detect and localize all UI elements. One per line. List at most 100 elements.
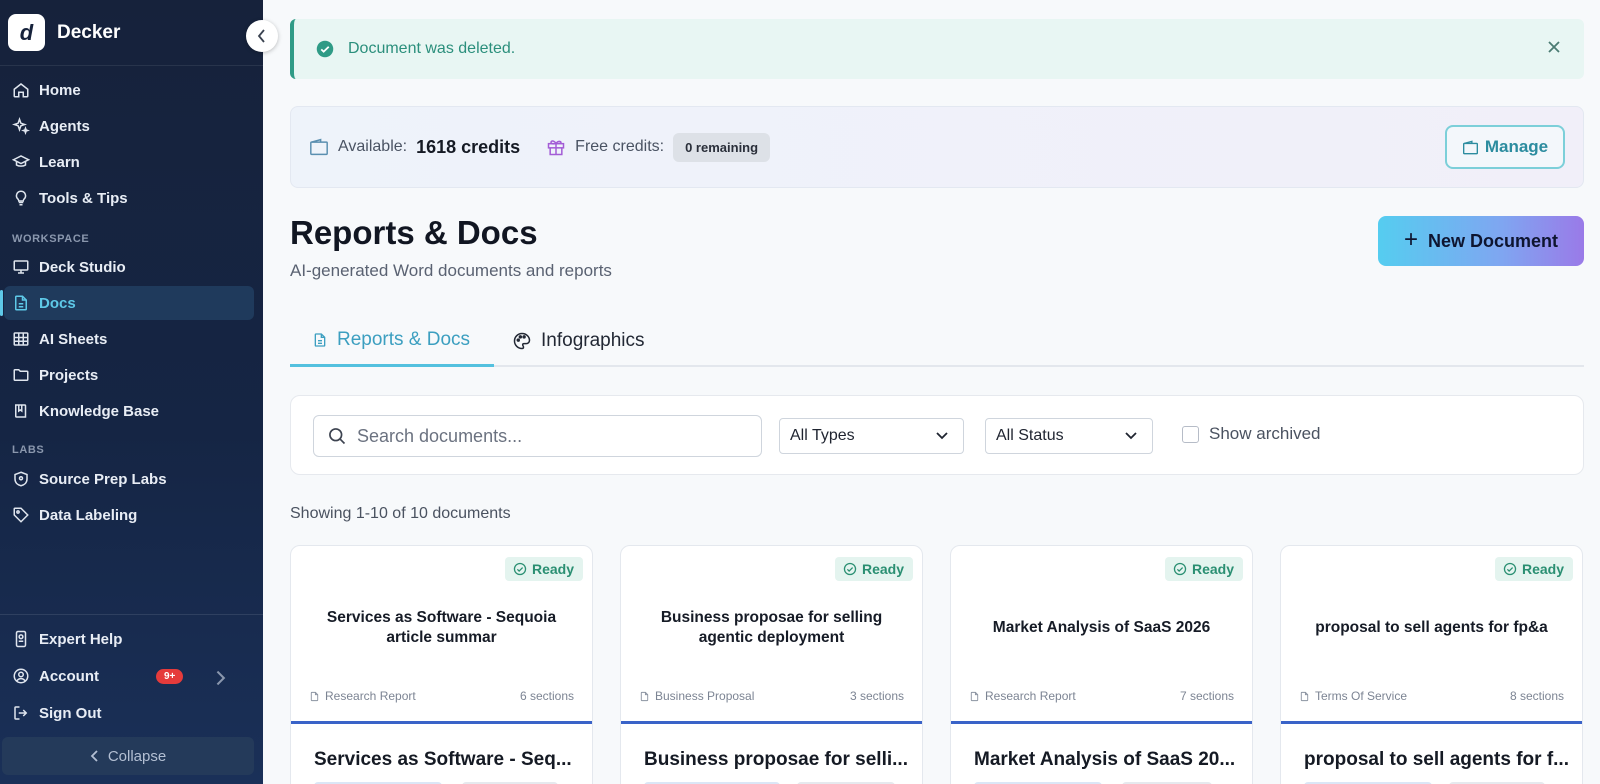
success-toast: Document was deleted. <box>290 19 1584 79</box>
document-icon <box>314 332 326 347</box>
sidebar-divider <box>0 614 263 615</box>
nav-label: Home <box>39 81 81 99</box>
nav-label: Source Prep Labs <box>39 470 167 488</box>
filter-bar: All Types All Status Show archived <box>290 395 1584 475</box>
app-logo: d <box>8 14 45 51</box>
chevron-left-icon <box>257 29 265 43</box>
document-icon <box>970 691 979 701</box>
nav-item-knowledge-base[interactable]: Knowledge Base <box>4 394 254 428</box>
graduation-cap-icon <box>12 155 30 167</box>
app-name: Decker <box>57 21 121 43</box>
card-type: Research Report <box>969 689 1076 703</box>
results-count: Showing 1-10 of 10 documents <box>290 505 511 522</box>
nav-item-source-prep-labs[interactable]: Source Prep Labs <box>4 462 254 496</box>
document-card[interactable]: Ready proposal to sell agents for fp&a T… <box>1280 545 1583 784</box>
nav-label: Deck Studio <box>39 258 126 276</box>
nav-label: Agents <box>39 117 90 135</box>
tab-reports-docs[interactable]: Reports & Docs <box>290 315 494 367</box>
book-icon <box>15 404 27 418</box>
phone-icon <box>15 630 27 648</box>
card-type: Business Proposal <box>639 689 754 703</box>
search-icon <box>329 428 346 445</box>
card-title: Market Analysis of SaaS 2026 <box>992 619 1211 636</box>
manage-button[interactable]: Manage <box>1445 125 1565 169</box>
check-circle-icon <box>316 40 334 58</box>
status-badge: Ready <box>834 557 913 581</box>
nav-item-projects[interactable]: Projects <box>4 358 254 392</box>
sidebar-toggle-button[interactable] <box>246 20 278 52</box>
tab-infographics[interactable]: Infographics <box>512 315 645 367</box>
document-icon <box>310 691 319 701</box>
chevron-left-icon <box>90 750 98 762</box>
nav-item-deck-studio[interactable]: Deck Studio <box>4 250 254 284</box>
nav-item-docs[interactable]: Docs <box>0 286 254 320</box>
nav-item-ai-sheets[interactable]: AI Sheets <box>4 322 254 356</box>
show-archived-checkbox[interactable] <box>1182 425 1199 443</box>
status-text: Ready <box>861 561 904 577</box>
document-card[interactable]: Ready Business proposae for selling agen… <box>620 545 923 784</box>
card-divider <box>291 721 592 724</box>
card-type-label: Terms Of Service <box>1315 689 1408 703</box>
notification-badge: 9+ <box>156 668 184 684</box>
chevron-down-icon <box>936 432 948 440</box>
nav-label: Learn <box>39 153 80 171</box>
sidebar: d Decker Home Agents Learn Tools & Tips … <box>0 0 263 784</box>
manage-label: Manage <box>1484 137 1549 156</box>
card-sections: 6 sections <box>519 689 574 703</box>
available-label: Available: <box>338 138 408 155</box>
nav-item-expert-help[interactable]: Expert Help <box>4 622 254 656</box>
close-icon[interactable] <box>1546 39 1562 55</box>
nav-item-sign-out[interactable]: Sign Out <box>4 696 254 730</box>
search-box[interactable] <box>313 415 762 457</box>
main-content: Document was deleted. Available: 1618 cr… <box>263 0 1600 784</box>
wallet-icon <box>310 138 328 156</box>
nav-label: Knowledge Base <box>39 402 160 420</box>
logo-letter: d <box>19 19 34 45</box>
nav-item-data-labeling[interactable]: Data Labeling <box>4 498 254 532</box>
toast-message: Document was deleted. <box>348 40 516 57</box>
plus-icon: + <box>1403 226 1418 253</box>
nav-label: Account <box>39 667 99 685</box>
card-preview-title: Services as Software - Seq... <box>314 749 572 770</box>
lightbulb-icon <box>15 190 27 206</box>
free-credits-chip: 0 remaining <box>673 132 771 162</box>
document-card[interactable]: Ready Market Analysis of SaaS 2026 Resea… <box>950 545 1253 784</box>
status-select[interactable]: All Status <box>985 418 1153 454</box>
nav-item-learn[interactable]: Learn <box>4 145 254 179</box>
nav-label: Expert Help <box>39 630 123 648</box>
document-icon <box>1300 691 1309 701</box>
new-document-button[interactable]: + New Document <box>1378 216 1584 266</box>
wallet-icon <box>1462 139 1478 154</box>
type-select[interactable]: All Types <box>779 418 964 454</box>
check-circle-icon <box>843 562 857 576</box>
card-meta: Research Report 6 sections <box>309 689 574 703</box>
collapse-sidebar-button[interactable]: Collapse <box>2 737 254 775</box>
collapse-label: Collapse <box>107 747 167 765</box>
tab-label: Reports & Docs <box>337 328 471 350</box>
nav-item-agents[interactable]: Agents <box>4 109 254 143</box>
nav-label: Sign Out <box>39 704 102 722</box>
search-input[interactable] <box>357 425 737 447</box>
status-text: Ready <box>531 561 574 577</box>
card-type-label: Research Report <box>325 689 416 703</box>
nav-label: Tools & Tips <box>39 189 128 207</box>
show-archived-toggle[interactable]: Show archived <box>1182 424 1321 444</box>
document-card[interactable]: Ready Services as Software - Sequoia art… <box>290 545 593 784</box>
nav-item-home[interactable]: Home <box>4 73 254 107</box>
logout-icon <box>14 706 28 720</box>
new-document-label: New Document <box>1427 230 1559 251</box>
status-text: Ready <box>1191 561 1234 577</box>
nav-label: Data Labeling <box>39 506 138 524</box>
tag-icon <box>13 507 29 523</box>
status-text: Ready <box>1521 561 1564 577</box>
available-credits: 1618 credits <box>416 136 521 157</box>
nav-item-account[interactable]: Account 9+ <box>4 659 254 693</box>
chevron-down-icon <box>1125 432 1137 440</box>
card-divider <box>951 721 1252 724</box>
sparkles-icon <box>12 117 30 135</box>
gift-icon <box>547 140 565 156</box>
card-title: Services as Software - Sequoia article s… <box>326 609 557 646</box>
brand[interactable]: d Decker <box>0 0 263 66</box>
nav-item-tools-tips[interactable]: Tools & Tips <box>4 181 254 215</box>
folder-icon <box>13 369 29 381</box>
